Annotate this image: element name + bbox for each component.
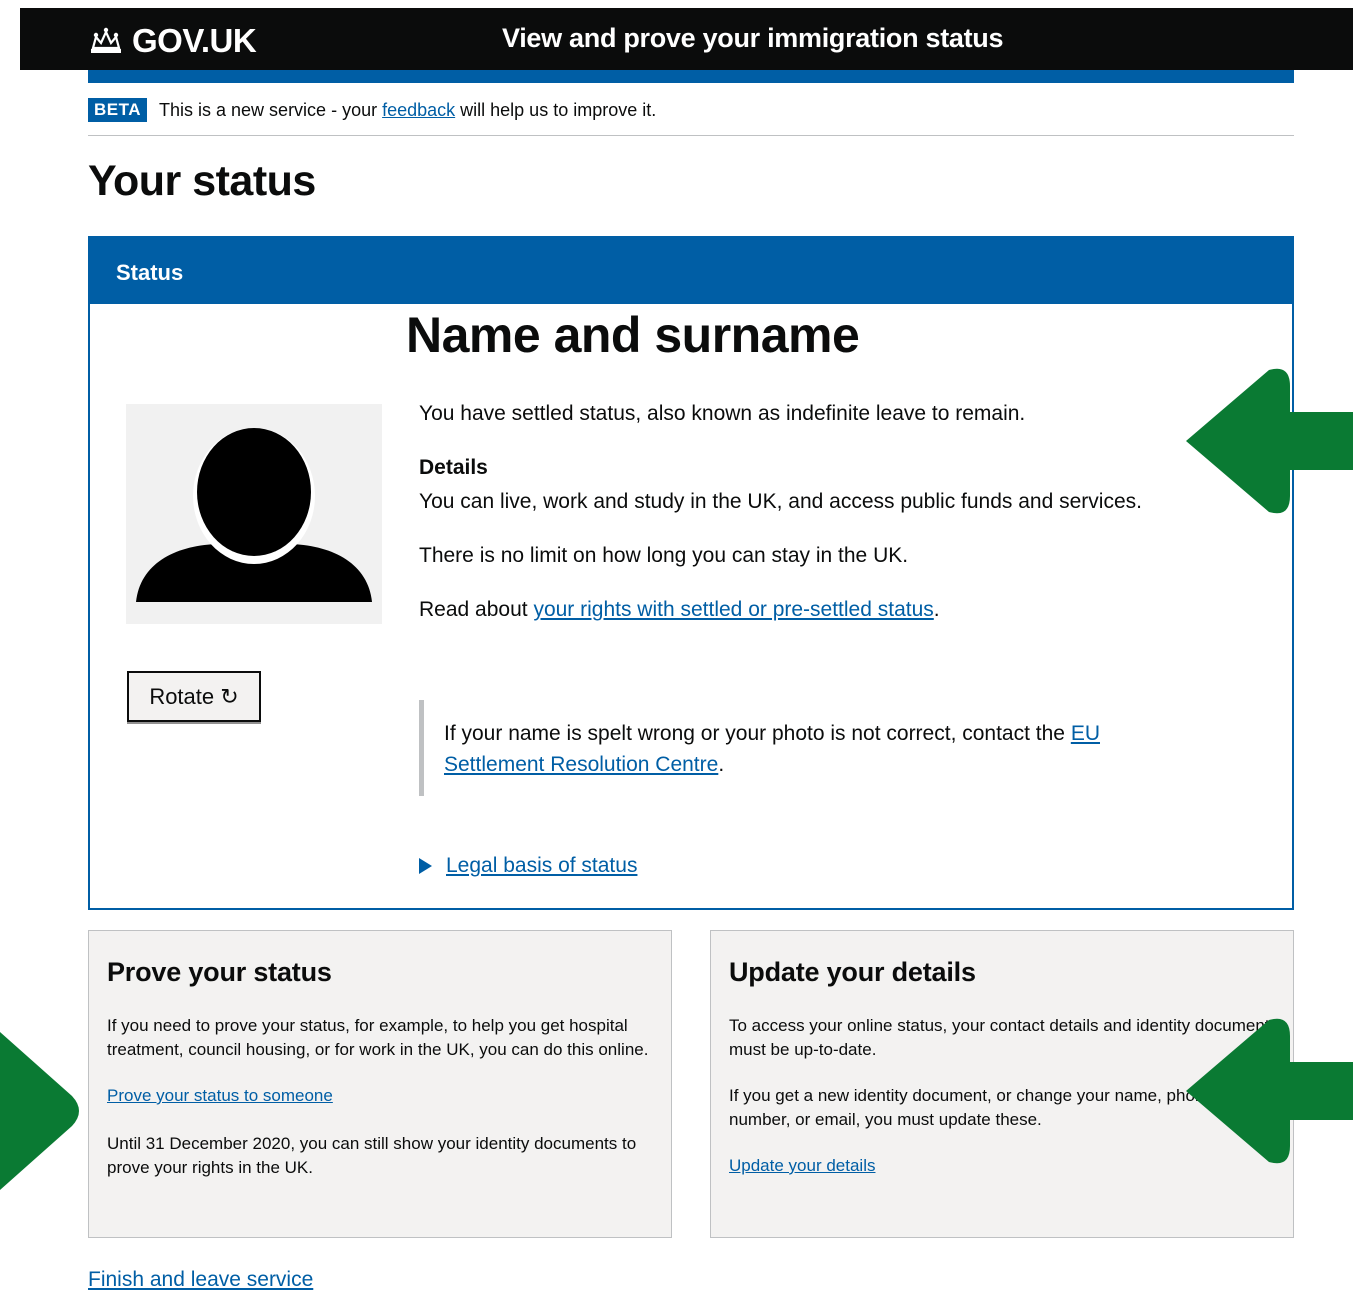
details-text: You can live, work and study in the UK, … <box>419 490 1142 513</box>
prove-status-note: Until 31 December 2020, you can still sh… <box>107 1134 637 1177</box>
finish-leave-link[interactable]: Finish and leave service <box>88 1268 313 1292</box>
govuk-header: GOV.UK View and prove your immigration s… <box>20 8 1353 70</box>
govuk-logo[interactable]: GOV.UK <box>88 22 257 60</box>
beta-tag: BETA <box>88 98 148 122</box>
status-details: You have settled status, also known as i… <box>419 398 1159 648</box>
arrow-left-icon <box>1186 368 1353 514</box>
divider <box>88 135 1294 136</box>
arrow-left-icon <box>1186 1018 1353 1164</box>
status-summary: You have settled status, also known as i… <box>419 402 1026 425</box>
disclosure-triangle-icon[interactable] <box>419 858 432 874</box>
update-details-link[interactable]: Update your details <box>729 1156 875 1175</box>
limit-text: There is no limit on how long you can st… <box>419 544 909 567</box>
details-heading: Details <box>419 456 488 479</box>
prove-status-heading: Prove your status <box>107 957 332 987</box>
rotate-button[interactable]: Rotate ↻ <box>127 671 261 722</box>
prove-status-card: Prove your status If you need to prove y… <box>88 930 672 1238</box>
prove-status-text: If you need to prove your status, for ex… <box>107 1016 649 1059</box>
profile-photo <box>126 404 382 624</box>
rights-link[interactable]: your rights with settled or pre-settled … <box>533 598 933 621</box>
person-silhouette-icon <box>136 428 372 602</box>
crown-icon <box>88 26 124 56</box>
service-name[interactable]: View and prove your immigration status <box>502 23 1004 54</box>
update-details-heading: Update your details <box>729 957 976 987</box>
legal-basis-link[interactable]: Legal basis of status <box>446 854 637 878</box>
person-name: Name and surname <box>406 307 860 363</box>
inset-text: If your name is spelt wrong or your phot… <box>419 700 1159 796</box>
read-about: Read about your rights with settled or p… <box>419 598 940 621</box>
status-panel: Status Name and surname Rotate ↻ You hav… <box>88 236 1294 910</box>
phase-banner: BETA This is a new service - your feedba… <box>88 98 656 122</box>
status-panel-heading: Status <box>90 238 1292 304</box>
prove-status-link[interactable]: Prove your status to someone <box>107 1086 333 1105</box>
header-blue-bar <box>88 70 1294 83</box>
phase-text: This is a new service - your feedback wi… <box>159 99 657 120</box>
arrow-right-icon <box>0 1032 79 1190</box>
page-title: Your status <box>88 157 316 205</box>
feedback-link[interactable]: feedback <box>382 100 455 120</box>
legal-basis-details[interactable]: Legal basis of status <box>419 854 637 878</box>
logo-text: GOV.UK <box>132 22 257 59</box>
